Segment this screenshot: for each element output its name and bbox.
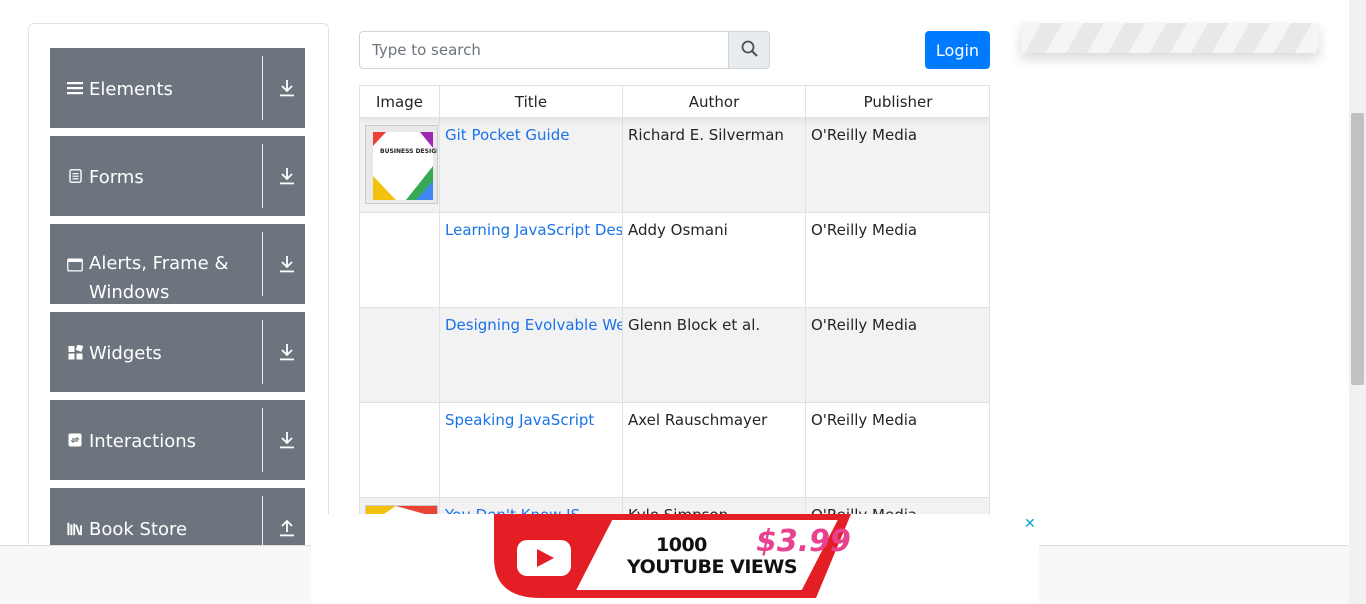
image-cell: BUSINESS DESIGN [360,118,440,213]
sidebar-group-label: Elements [89,79,173,100]
login-button[interactable]: Login [925,31,990,69]
banner-advertisement[interactable]: 1000 YOUTUBE VIEWS $3.99 ✕ [311,514,1039,604]
title-cell: Git Pocket Guide [440,118,623,213]
column-header-author[interactable]: Author [623,86,806,118]
column-header-title[interactable]: Title [440,86,623,118]
image-cell [360,308,440,403]
column-header-image[interactable]: Image [360,86,440,118]
search-button[interactable] [728,31,770,69]
title-cell: Speaking JavaScript [440,403,623,498]
column-header-publisher[interactable]: Publisher [806,86,989,118]
scrollbar-thumb[interactable] [1351,113,1364,385]
table-header: Image Title Author Publisher [360,86,989,118]
download-arrow-icon[interactable] [277,430,297,450]
sidebar-group-alerts-frame-windows[interactable]: Alerts, Frame & Windows [50,224,305,304]
image-cell [360,213,440,308]
menu-icon [67,80,83,96]
author-cell: Kyle Simpson [623,498,806,514]
books-table: Image Title Author Publisher BUSINESS DE… [359,85,990,515]
publisher-cell: O'Reilly Media [811,221,918,239]
search-icon [741,40,758,61]
author-cell: Richard E. Silverman [623,118,806,213]
interactions-icon [67,432,83,448]
table-row: Speaking JavaScript Axel Rauschmayer O'R… [360,403,989,498]
author-cell: Axel Rauschmayer [623,403,806,498]
sidebar-group-label: Widgets [89,343,162,364]
search-bar [359,31,770,69]
sidebar-group-forms[interactable]: Forms [50,136,305,216]
table-row: Designing Evolvable Web APIs with ASP.NE… [360,308,989,403]
divider [262,408,263,472]
author-cell: Glenn Block et al. [623,308,806,403]
search-input[interactable] [359,31,729,69]
divider [262,320,263,384]
sidebar-group-label: Book Store [89,519,188,540]
publisher-cell: O'Reilly Media [811,126,918,144]
ad-headline-number: 1000 [656,534,707,556]
download-arrow-icon[interactable] [277,254,297,274]
book-cover-title: BUSINESS DESIGN [380,148,438,155]
upload-arrow-icon[interactable] [277,518,297,538]
image-cell [360,498,440,514]
publisher-cell: O'Reilly Media [811,506,918,515]
sidebar-group-interactions[interactable]: Interactions [50,400,305,480]
author-cell: Addy Osmani [623,213,806,308]
book-title-link[interactable]: Learning JavaScript Design Patterns [445,221,622,239]
ad-headline-text: YOUTUBE VIEWS [627,556,798,578]
sidebar-group-elements[interactable]: Elements [50,48,305,128]
divider [262,232,263,296]
title-cell: You Don't Know JS [440,498,623,514]
sidebar-group-label: Forms [89,167,144,188]
book-title-link[interactable]: Speaking JavaScript [445,411,594,429]
download-arrow-icon[interactable] [277,78,297,98]
window-icon [67,257,83,273]
download-arrow-icon[interactable] [277,342,297,362]
table-row: BUSINESS DESIGN Git Pocket Guide Richard… [360,118,989,213]
divider [262,56,263,120]
title-cell: Learning JavaScript Design Patterns [440,213,623,308]
sidebar-group-widgets[interactable]: Widgets [50,312,305,392]
widgets-icon [67,344,83,360]
image-cell [360,403,440,498]
books-icon [67,520,83,536]
divider [262,144,263,208]
sidebar-group-label: Interactions [89,431,197,452]
book-title-link[interactable]: Git Pocket Guide [445,126,569,144]
table-row: Learning JavaScript Design Patterns Addy… [360,213,989,308]
table-row: You Don't Know JS Kyle Simpson O'Reilly … [360,498,989,515]
ad-price: $3.99 [756,524,851,559]
page-scrollbar[interactable] [1349,0,1366,604]
publisher-cell: O'Reilly Media [811,316,918,334]
form-icon [67,168,83,184]
download-arrow-icon[interactable] [277,166,297,186]
title-cell: Designing Evolvable Web APIs with ASP.NE… [440,308,623,403]
sidebar-group-label: Alerts, Frame & Windows [89,253,229,303]
book-cover-image[interactable]: BUSINESS DESIGN [365,125,438,204]
book-title-link[interactable]: Designing Evolvable Web APIs with ASP.NE… [445,316,622,334]
publisher-cell: O'Reilly Media [811,411,918,429]
sidebar-panel: Elements Forms Alerts, Frame & Windows W… [28,23,329,568]
close-icon[interactable]: ✕ [1024,516,1036,532]
side-advertisement[interactable] [1021,23,1319,53]
